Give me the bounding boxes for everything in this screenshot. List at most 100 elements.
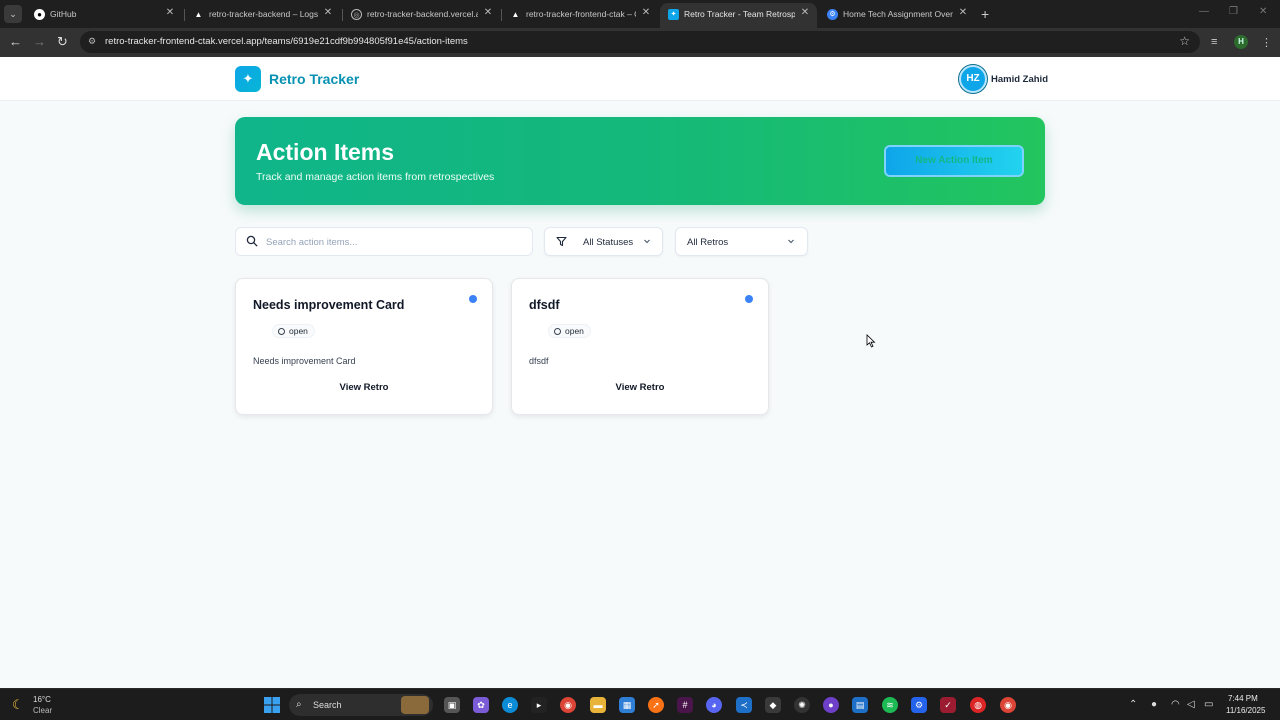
status-indicator-dot	[469, 295, 477, 303]
status-badge: open	[548, 324, 591, 338]
close-icon[interactable]: ✕	[164, 7, 176, 21]
copilot-icon[interactable]: ✿	[473, 697, 489, 713]
browser-tab-github[interactable]: ● GitHub ✕	[26, 3, 182, 28]
user-avatar[interactable]: HZ	[959, 65, 987, 93]
globe-icon: ◎	[351, 9, 362, 20]
chevron-up-icon[interactable]: ⌃	[1129, 699, 1137, 710]
taskbar-search[interactable]: ⌕ Search	[289, 694, 433, 716]
chrome-profile-icon[interactable]: ◉	[1000, 697, 1016, 713]
chevron-down-icon	[788, 239, 794, 244]
file-explorer-icon[interactable]: ▬	[590, 697, 606, 713]
browser-tab-strip: ⌄ ● GitHub ✕ ▲ retro-tracker-backend – L…	[0, 0, 1280, 28]
settings-icon[interactable]: ⚙	[911, 697, 927, 713]
retro-tracker-icon: ✦	[668, 9, 679, 20]
discord-icon[interactable]: ◕	[706, 697, 722, 713]
clock-time[interactable]: 7:44 PM	[1228, 694, 1258, 703]
app-icon[interactable]: ✓	[940, 697, 956, 713]
weather-condition[interactable]: Clear	[33, 706, 52, 715]
circle-icon	[278, 328, 285, 335]
user-name[interactable]: Hamid Zahid	[991, 74, 1048, 85]
edge-icon[interactable]: e	[502, 697, 518, 713]
close-icon[interactable]: ✕	[957, 7, 969, 21]
vercel-icon: ▲	[511, 10, 520, 19]
view-retro-link[interactable]: View Retro	[512, 382, 768, 393]
search-icon: ⌕	[296, 699, 302, 710]
action-item-card[interactable]: Needs improvement Card open Needs improv…	[235, 278, 493, 415]
store-icon[interactable]: ▦	[619, 697, 635, 713]
view-retro-link[interactable]: View Retro	[236, 382, 492, 393]
search-highlight-image	[401, 696, 429, 714]
browser-tab-retro-tracker[interactable]: ✦ Retro Tracker - Team Retrospec ✕	[660, 3, 817, 28]
search-input[interactable]	[266, 232, 521, 252]
address-bar[interactable]: ⚙ retro-tracker-frontend-ctak.vercel.app…	[80, 31, 1200, 53]
forward-icon[interactable]: →	[33, 34, 46, 49]
status-badge: open	[272, 324, 315, 338]
windows-start-icon[interactable]	[264, 697, 280, 713]
site-info-icon[interactable]: ⚙	[88, 36, 100, 48]
moon-icon[interactable]: ☾	[12, 697, 24, 713]
media-controls-icon[interactable]: ≡	[1211, 36, 1217, 48]
volume-icon[interactable]: ◁	[1187, 699, 1195, 710]
action-item-title: Needs improvement Card	[253, 298, 405, 312]
vscode-icon[interactable]: ≺	[736, 697, 752, 713]
slack-icon[interactable]: #	[677, 697, 693, 713]
chrome-icon[interactable]: ◉	[560, 697, 576, 713]
vercel-icon: ▲	[194, 10, 203, 19]
circle-icon	[554, 328, 561, 335]
chatgpt-icon[interactable]: ✺	[794, 697, 810, 713]
browser-tab-home-tech[interactable]: ⚙ Home Tech Assignment Overvi ✕	[819, 3, 975, 28]
spotify-icon[interactable]: ≋	[882, 697, 898, 713]
restore-icon[interactable]: ❐	[1229, 6, 1238, 17]
close-window-icon[interactable]: ✕	[1259, 6, 1267, 17]
windows-taskbar: ☾ 16°C Clear ⌕ Search ▣ ✿ e ▸ ◉ ▬ ▦ ➚ # …	[0, 688, 1280, 720]
retro-tracker-logo-icon[interactable]: ✦	[235, 66, 261, 92]
github-icon: ●	[34, 9, 45, 20]
retro-filter-value: All Retros	[687, 237, 729, 248]
profile-avatar[interactable]: H	[1234, 35, 1248, 49]
status-indicator-dot	[745, 295, 753, 303]
chevron-down-icon	[644, 239, 650, 244]
git-client-icon[interactable]: ◆	[765, 697, 781, 713]
reload-icon[interactable]: ↻	[57, 34, 68, 50]
app-header: ✦ Retro Tracker HZ Hamid Zahid	[0, 57, 1280, 101]
action-item-description: Needs improvement Card	[253, 356, 356, 366]
action-item-description: dfsdf	[529, 356, 549, 366]
status-filter-value: All Statuses	[583, 237, 634, 248]
mouse-cursor-icon	[866, 334, 876, 348]
browser-tab-frontend[interactable]: ▲ retro-tracker-frontend-ctak – O ✕	[502, 3, 658, 28]
brand-name[interactable]: Retro Tracker	[269, 71, 359, 87]
recorder-icon[interactable]: ◍	[970, 697, 986, 713]
close-icon[interactable]: ✕	[799, 7, 811, 21]
new-tab-button[interactable]: +	[981, 6, 989, 22]
github-desktop-icon[interactable]: ●	[823, 697, 839, 713]
back-icon[interactable]: ←	[9, 34, 22, 49]
settings-icon: ⚙	[827, 9, 838, 20]
action-item-card[interactable]: dfsdf open dfsdf View Retro	[511, 278, 769, 415]
close-icon[interactable]: ✕	[322, 7, 334, 21]
retro-filter-select[interactable]: All Retros	[675, 227, 808, 256]
notepad-icon[interactable]: ▤	[852, 697, 868, 713]
tab-search-icon[interactable]: ⌄	[4, 5, 22, 23]
terminal-icon[interactable]: ▸	[531, 697, 547, 713]
browser-tab-backend-logs[interactable]: ▲ retro-tracker-backend – Logs – ✕	[185, 3, 340, 28]
menu-icon[interactable]: ⋮	[1261, 36, 1272, 49]
page-title: Action Items	[256, 139, 395, 165]
clock-date[interactable]: 11/16/2025	[1226, 706, 1265, 715]
battery-icon[interactable]: ▭	[1204, 699, 1213, 710]
status-filter-select[interactable]: All Statuses	[544, 227, 663, 256]
bookmark-star-icon[interactable]: ☆	[1179, 34, 1190, 48]
weather-temperature[interactable]: 16°C	[33, 695, 51, 704]
microphone-icon[interactable]: ●	[1151, 699, 1157, 710]
task-view-icon[interactable]: ▣	[444, 697, 460, 713]
browser-toolbar: ← → ↻ ⚙ retro-tracker-frontend-ctak.verc…	[0, 28, 1280, 57]
new-action-item-button[interactable]: New Action Item	[884, 145, 1024, 177]
url-text: retro-tracker-frontend-ctak.vercel.app/t…	[105, 36, 468, 47]
postman-icon[interactable]: ➚	[648, 697, 664, 713]
filter-icon	[556, 236, 567, 247]
page-subtitle: Track and manage action items from retro…	[256, 171, 495, 183]
close-icon[interactable]: ✕	[640, 7, 652, 21]
browser-tab-backend-app[interactable]: ◎ retro-tracker-backend.vercel.ap ✕	[343, 3, 500, 28]
minimize-icon[interactable]: —	[1199, 6, 1209, 17]
wifi-icon[interactable]: ◠	[1171, 699, 1180, 710]
close-icon[interactable]: ✕	[482, 7, 494, 21]
